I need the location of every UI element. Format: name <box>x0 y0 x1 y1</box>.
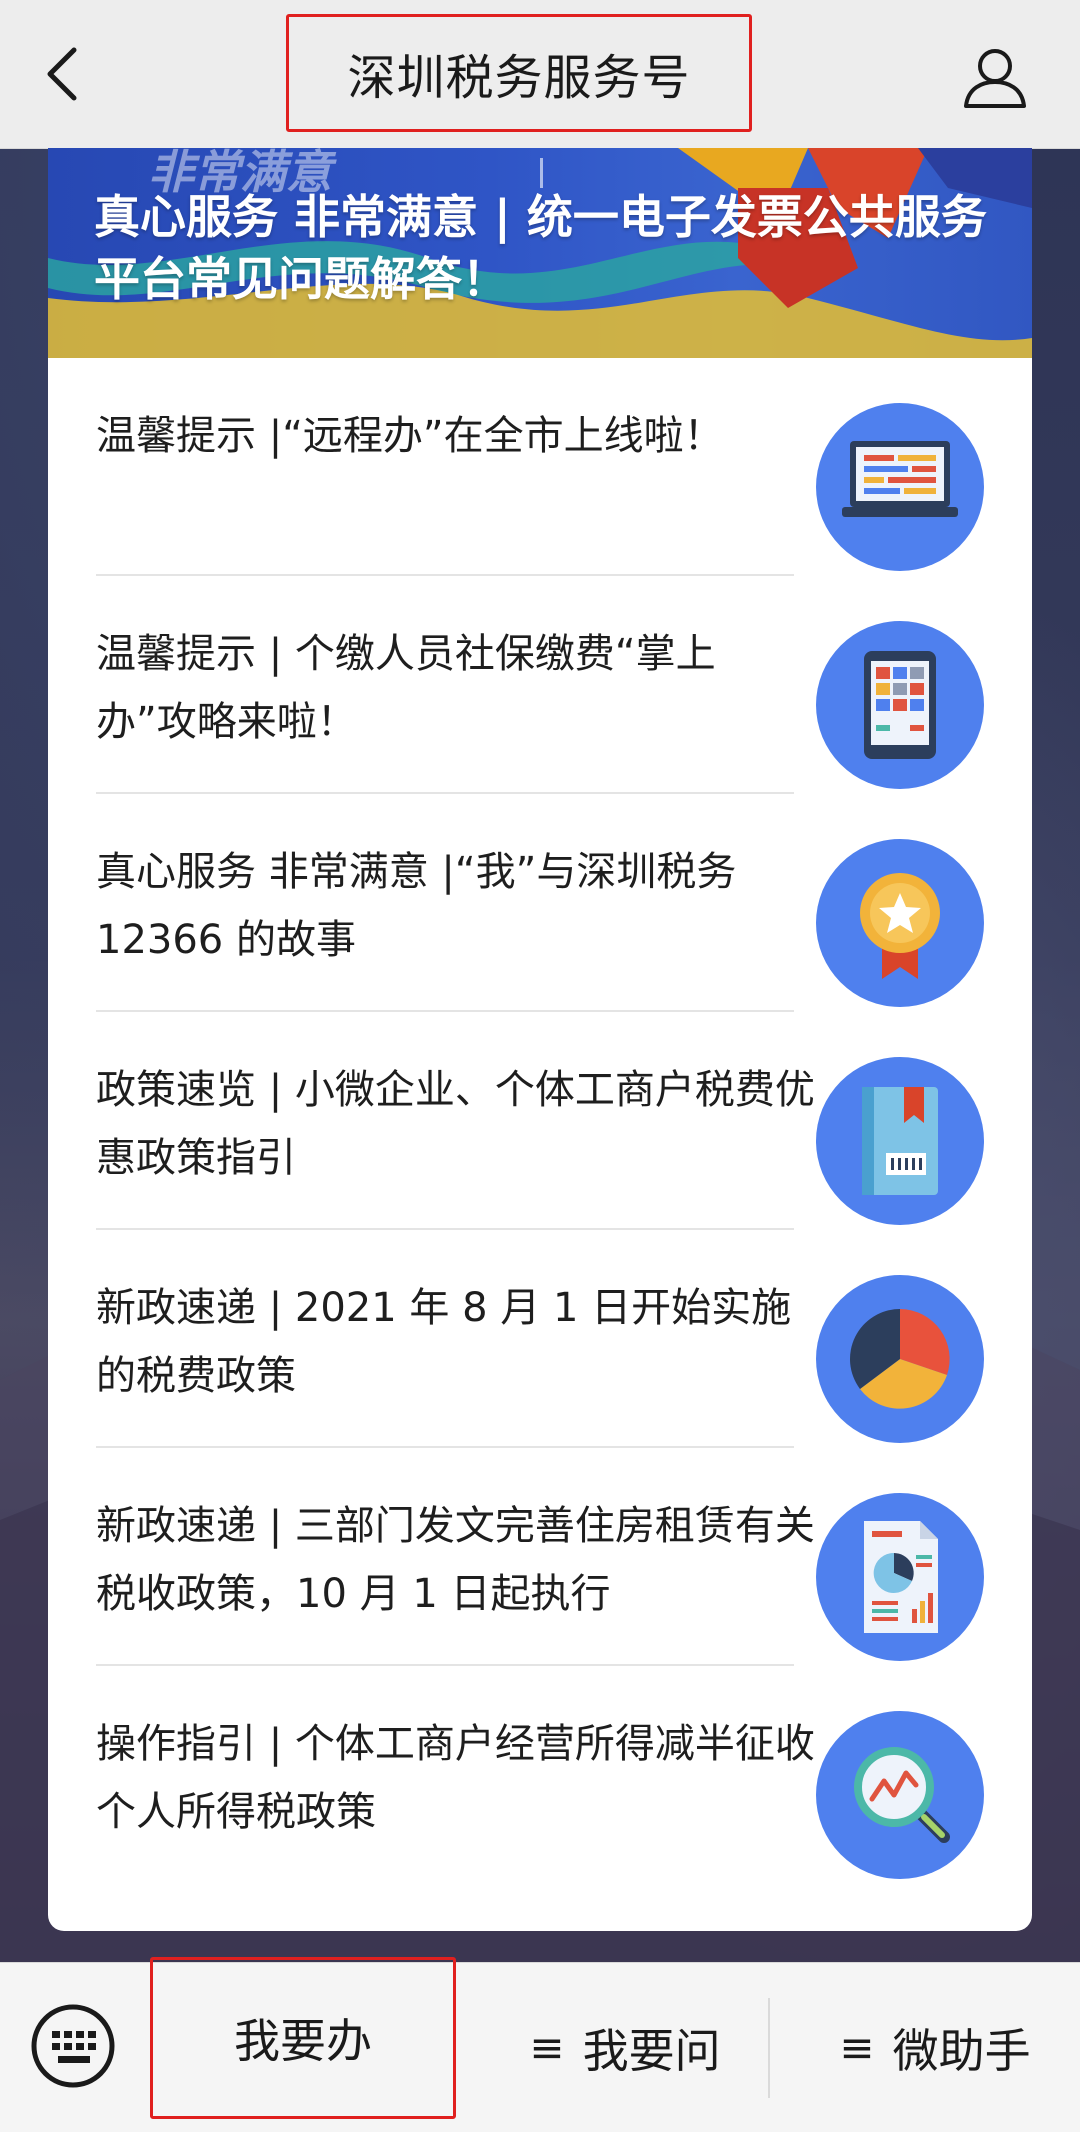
menu-label: 我要问 <box>582 2023 721 2078</box>
menu-button-woyaowen[interactable]: ≡ 我要问 <box>480 1963 770 2132</box>
page-title-highlight-box: 深圳税务服务号 <box>286 14 752 132</box>
award-medal-icon <box>816 839 984 1007</box>
tablet-icon <box>816 621 984 789</box>
article-card: 非常满意 真心服务 非常满意 | 统一电子发票公共服务平台常见问题解答！ 温馨提… <box>48 148 1032 1931</box>
profile-button[interactable] <box>960 44 1030 114</box>
article-title: 温馨提示 |“远程办”在全市上线啦！ <box>96 413 724 459</box>
list-item[interactable]: 温馨提示 | 个缴人员社保缴费“掌上办”攻略来啦！ <box>48 576 1032 794</box>
article-list: 温馨提示 |“远程办”在全市上线啦！ 温馨提示 | 个缴人员社保缴费“掌上办”攻… <box>48 358 1032 1884</box>
top-nav-bar: 深圳税务服务号 <box>0 0 1080 149</box>
list-item[interactable]: 新政速递 | 2021 年 8 月 1 日开始实施的税费政策 <box>48 1230 1032 1448</box>
user-icon <box>964 49 1026 108</box>
menu-button-woyaoban[interactable]: 我要办 <box>150 1957 456 2119</box>
menu-button-weizhushou[interactable]: ≡ 微助手 <box>790 1963 1080 2132</box>
article-title: 政策速览 | 小微企业、个体工商户税费优惠政策指引 <box>96 1067 815 1181</box>
report-document-icon <box>816 1493 984 1661</box>
back-button[interactable] <box>36 44 96 104</box>
list-item[interactable]: 新政速递 | 三部门发文完善住房租赁有关税收政策，10 月 1 日起执行 <box>48 1448 1032 1666</box>
menu-list-icon: ≡ <box>529 2023 565 2072</box>
menu-separator <box>768 1998 770 2098</box>
magnifier-chart-icon <box>816 1711 984 1879</box>
list-item[interactable]: 操作指引 | 个体工商户经营所得减半征收个人所得税政策 <box>48 1666 1032 1884</box>
article-title: 新政速递 | 2021 年 8 月 1 日开始实施的税费政策 <box>96 1285 792 1399</box>
featured-banner[interactable]: 非常满意 真心服务 非常满意 | 统一电子发票公共服务平台常见问题解答！ <box>48 148 1032 358</box>
list-item[interactable]: 真心服务 非常满意 |“我”与深圳税务 12366 的故事 <box>48 794 1032 1012</box>
pie-chart-icon <box>816 1275 984 1443</box>
keyboard-icon <box>31 2004 115 2088</box>
menu-label: 我要办 <box>234 2014 372 2068</box>
menu-label: 微助手 <box>892 2023 1031 2078</box>
keyboard-toggle-button[interactable] <box>30 2003 116 2089</box>
page-title: 深圳税务服务号 <box>347 50 691 106</box>
banner-title: 真心服务 非常满意 | 统一电子发票公共服务平台常见问题解答！ <box>94 190 987 306</box>
list-item[interactable]: 政策速览 | 小微企业、个体工商户税费优惠政策指引 <box>48 1012 1032 1230</box>
list-item[interactable]: 温馨提示 |“远程办”在全市上线啦！ <box>48 358 1032 576</box>
article-title: 操作指引 | 个体工商户经营所得减半征收个人所得税政策 <box>96 1721 815 1835</box>
article-title: 真心服务 非常满意 |“我”与深圳税务 12366 的故事 <box>96 849 737 963</box>
menu-list-icon: ≡ <box>839 2023 875 2072</box>
article-title: 新政速递 | 三部门发文完善住房租赁有关税收政策，10 月 1 日起执行 <box>96 1503 815 1617</box>
chevron-left-icon <box>47 47 77 101</box>
laptop-icon <box>816 403 984 571</box>
book-icon <box>816 1057 984 1225</box>
bottom-menu-bar: 我要办 ≡ 我要问 ≡ 微助手 <box>0 1957 1080 2132</box>
article-title: 温馨提示 | 个缴人员社保缴费“掌上办”攻略来啦！ <box>96 631 716 745</box>
